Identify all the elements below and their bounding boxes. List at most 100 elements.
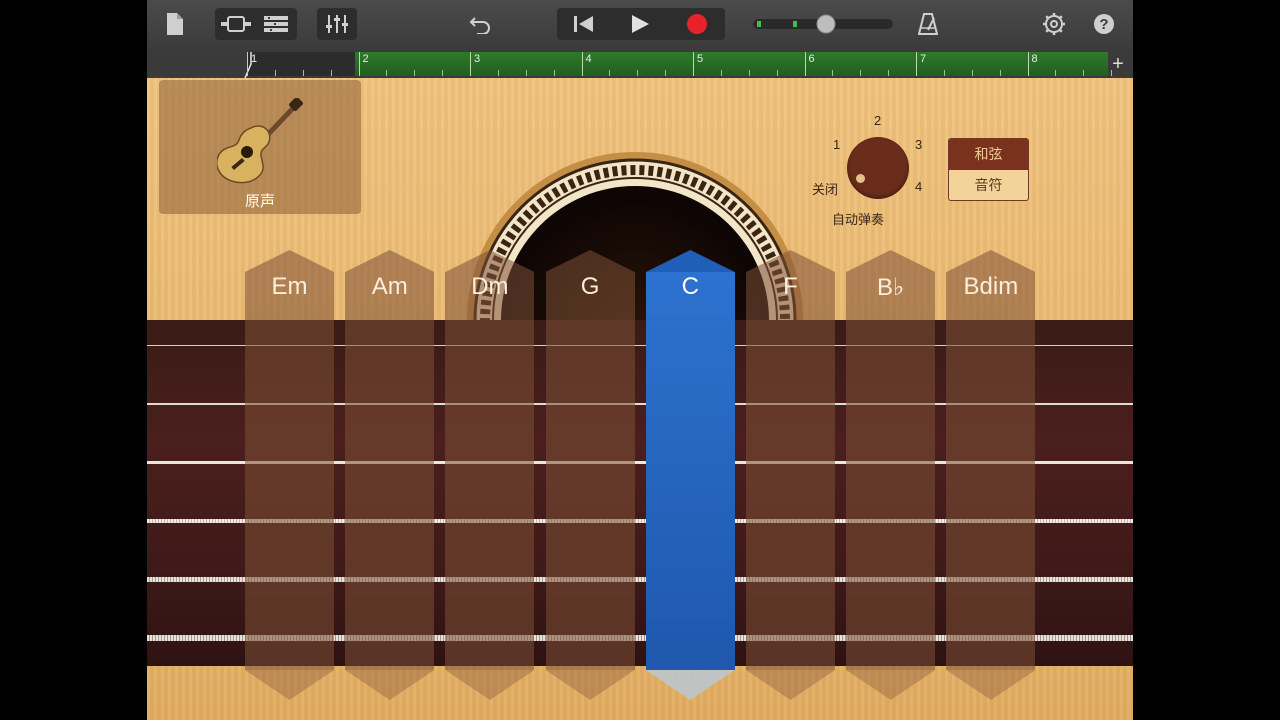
chord-strip-bottom xyxy=(645,670,735,700)
autoplay-1-label[interactable]: 1 xyxy=(833,137,840,152)
go-to-beginning-button[interactable] xyxy=(557,8,611,40)
chord-name: Dm xyxy=(471,273,509,300)
chord-name: B♭ xyxy=(877,274,905,301)
ruler-bar-number: 4 xyxy=(585,53,592,65)
chord-strip-8[interactable]: Bdim xyxy=(946,250,1036,700)
chord-strip-bottom xyxy=(946,670,1036,700)
garageband-smart-guitar: ? 12345678 + 原声 关闭 1 2 3 4 自动弹奏 和弦 音符 Em… xyxy=(147,0,1133,720)
timeline-ruler[interactable]: 1 2 3 4 5 6 7 8 + xyxy=(147,50,1133,78)
transport-controls xyxy=(557,8,725,40)
instrument-view-button[interactable] xyxy=(216,8,256,40)
chord-strip-2[interactable]: Am xyxy=(345,250,435,700)
ruler-beat-tick xyxy=(609,70,611,76)
ruler-beat-tick xyxy=(442,70,444,76)
mixer-button[interactable] xyxy=(317,8,357,40)
autoplay-knob[interactable] xyxy=(847,137,909,199)
chord-strip-3[interactable]: Dm xyxy=(445,250,535,700)
ruler-bar-line xyxy=(1027,52,1029,76)
settings-button[interactable] xyxy=(1041,8,1067,40)
region-area xyxy=(247,52,1108,76)
chord-strip-top xyxy=(445,250,535,272)
notes-mode-button[interactable]: 音符 xyxy=(949,170,1028,200)
ruler-beat-tick xyxy=(832,70,834,76)
chord-strip-body[interactable] xyxy=(645,272,735,670)
chord-name: C xyxy=(681,273,699,300)
ruler-beat-tick xyxy=(888,70,890,76)
chord-strip-1[interactable]: Em xyxy=(245,250,334,700)
add-section-button[interactable]: + xyxy=(1107,53,1129,75)
ruler-beat-tick xyxy=(665,70,667,76)
document-icon xyxy=(167,13,183,35)
autoplay-4-label[interactable]: 4 xyxy=(915,179,922,194)
metronome-icon xyxy=(918,13,938,35)
instrument-view-icon xyxy=(221,16,251,32)
chord-name: G xyxy=(580,273,600,300)
chord-strip-top xyxy=(345,250,435,272)
ruler-bar-number: 8 xyxy=(1031,53,1038,65)
ruler-beat-tick xyxy=(860,70,862,76)
view-toggle xyxy=(215,8,297,40)
ruler-beat-tick xyxy=(637,70,639,76)
ruler-bar-line xyxy=(247,52,248,76)
my-songs-button[interactable] xyxy=(163,8,187,40)
autoplay-title: 自动弹奏 xyxy=(832,212,885,227)
chord-strip-bottom xyxy=(746,670,835,700)
chord-strip-top xyxy=(545,250,635,272)
ruler-beat-tick xyxy=(943,70,945,76)
autoplay-2-label[interactable]: 2 xyxy=(874,113,881,128)
chord-name: F xyxy=(783,273,798,300)
chord-strip-top xyxy=(645,250,735,272)
chords-notes-toggle: 和弦 音符 xyxy=(948,138,1029,201)
chord-name: Am xyxy=(371,273,408,300)
knob-indicator xyxy=(856,174,865,183)
play-button[interactable] xyxy=(611,8,669,40)
ruler-bar-number: 3 xyxy=(474,53,481,65)
ruler-bar-line xyxy=(804,52,806,76)
tracks-view-icon xyxy=(264,16,288,32)
ruler-bar-number: 2 xyxy=(362,53,369,65)
undo-button[interactable] xyxy=(465,8,495,40)
play-icon xyxy=(632,15,649,33)
volume-meter xyxy=(753,14,893,34)
chord-strip-body[interactable] xyxy=(345,272,435,670)
chord-strip-6[interactable]: F xyxy=(746,250,835,700)
chord-strip-bottom xyxy=(345,670,435,700)
ruler-beat-tick xyxy=(525,70,527,76)
ruler-beat-tick xyxy=(274,70,276,76)
instrument-selector[interactable]: 原声 xyxy=(159,80,361,214)
ruler-beat-tick xyxy=(999,70,1001,76)
help-button[interactable]: ? xyxy=(1091,8,1117,40)
chord-strip-body[interactable] xyxy=(846,272,936,670)
svg-text:?: ? xyxy=(1099,16,1108,33)
ruler-bar-line xyxy=(916,52,917,76)
chord-strip-body[interactable] xyxy=(545,272,635,670)
chord-strip-body[interactable] xyxy=(445,272,535,670)
master-volume[interactable] xyxy=(753,8,893,40)
tracks-view-button[interactable] xyxy=(256,8,296,40)
chord-strip-body[interactable] xyxy=(946,272,1036,670)
ruler-bar-line xyxy=(358,52,360,76)
chord-strip-7[interactable]: B♭ xyxy=(846,250,936,700)
ruler-beat-tick xyxy=(386,70,388,76)
chord-strip-top xyxy=(846,250,936,272)
chord-strip-bottom xyxy=(846,670,936,700)
record-icon xyxy=(687,14,707,34)
chords-mode-button[interactable]: 和弦 xyxy=(949,139,1028,170)
gear-icon xyxy=(1043,13,1065,35)
metronome-button[interactable] xyxy=(915,8,941,40)
chord-strip-body[interactable] xyxy=(746,272,835,670)
chord-strip-5[interactable]: C xyxy=(645,250,735,700)
ruler-bar-number: 5 xyxy=(697,53,704,65)
chord-strip-4[interactable]: G xyxy=(545,250,635,700)
ruler-beat-tick xyxy=(302,70,304,76)
autoplay-3-label[interactable]: 3 xyxy=(915,137,922,152)
chord-strip-top xyxy=(245,250,334,272)
chord-strip-body[interactable] xyxy=(245,272,334,670)
record-button[interactable] xyxy=(669,8,725,40)
acoustic-guitar-icon xyxy=(217,98,303,184)
help-icon: ? xyxy=(1094,14,1114,34)
ruler-bar-line xyxy=(693,52,694,76)
ruler-bar-number: 1 xyxy=(251,53,258,65)
autoplay-off-label[interactable]: 关闭 xyxy=(812,179,838,198)
ruler-beat-tick xyxy=(1083,70,1085,76)
